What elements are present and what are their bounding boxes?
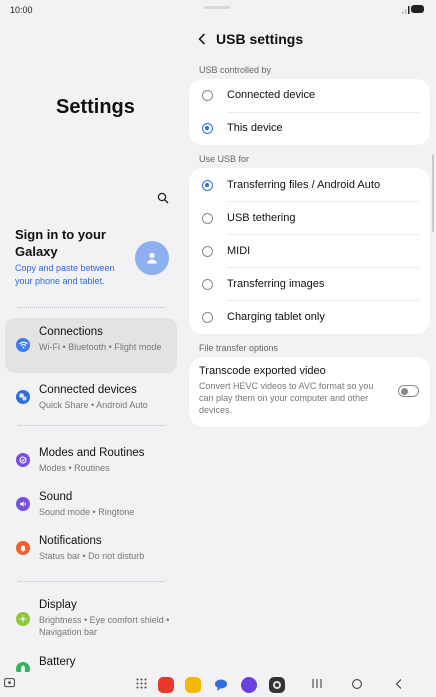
home-icon[interactable] — [351, 678, 363, 690]
status-bar: 10:00 — [0, 0, 436, 20]
scrollbar[interactable] — [432, 154, 434, 232]
page-title: USB settings — [216, 31, 304, 47]
sidebar-item-sub: Quick Share • Android Auto — [39, 400, 148, 410]
sidebar-item-label: Display — [39, 599, 77, 611]
option-connected-device[interactable]: Connected device — [189, 79, 430, 112]
option-transferring-files[interactable]: Transferring files / Android Auto — [189, 169, 430, 202]
section-label-use-usb-for: Use USB for — [199, 154, 250, 164]
drag-handle[interactable] — [204, 6, 230, 9]
status-time: 10:00 — [10, 5, 33, 15]
connected-devices-icon — [16, 390, 30, 404]
divider — [18, 307, 165, 308]
apps-grid-icon[interactable] — [136, 678, 147, 689]
divider — [18, 425, 165, 426]
sidebar-item-label: Connected devices — [39, 384, 137, 396]
sidebar-item-modes-routines[interactable]: Modes and Routines Modes • Routines — [5, 440, 177, 480]
battery-icon — [16, 662, 30, 672]
sidebar-item-sub: Modes • Routines — [39, 463, 110, 473]
person-icon — [147, 252, 157, 264]
divider — [18, 581, 165, 582]
option-label: Charging tablet only — [227, 311, 325, 323]
wifi-icon — [16, 338, 30, 352]
signin-subtitle[interactable]: Copy and paste between your phone and ta… — [15, 262, 133, 288]
usb-controlled-card: Connected device This device — [189, 79, 430, 145]
option-label: Transferring files / Android Auto — [227, 179, 381, 191]
section-label-file-transfer: File transfer options — [199, 343, 279, 353]
sidebar-item-sub: Wi-Fi • Bluetooth • Flight mode — [39, 342, 162, 352]
avatar[interactable] — [135, 241, 169, 275]
sidebar-item-notifications[interactable]: Notifications Status bar • Do not distur… — [5, 528, 177, 568]
sidebar-item-display[interactable]: Display Brightness • Eye comfort shield … — [5, 592, 177, 644]
radio-button-selected[interactable] — [202, 123, 213, 134]
sidebar-item-connections[interactable]: Connections Wi-Fi • Bluetooth • Flight m… — [5, 318, 177, 373]
option-this-device[interactable]: This device — [189, 112, 430, 145]
sidebar-item-label: Sound — [39, 491, 73, 503]
search-icon[interactable] — [157, 192, 169, 204]
display-icon — [16, 612, 30, 626]
sidebar-item-sub: Status bar • Do not disturb — [39, 551, 145, 561]
usb-settings-panel: USB settings USB controlled by Connected… — [189, 20, 431, 672]
radio-button-selected[interactable] — [202, 180, 213, 191]
sound-icon — [16, 497, 30, 511]
navigation-bar — [0, 672, 436, 697]
recent-apps-icon[interactable] — [311, 678, 323, 689]
sidebar-item-connected-devices[interactable]: Connected devices Quick Share • Android … — [5, 376, 177, 416]
sidebar-item-label: Notifications — [39, 535, 102, 547]
nav-back-icon[interactable] — [394, 678, 404, 690]
sidebar-item-battery[interactable]: Battery — [5, 648, 177, 672]
keyboard-icon[interactable] — [4, 678, 15, 689]
sidebar-item-sub: Sound mode • Ringtone — [39, 507, 135, 517]
settings-sidebar: Settings Sign in to your Galaxy Copy and… — [0, 20, 185, 672]
option-midi[interactable]: MIDI — [189, 235, 430, 268]
sidebar-item-label: Modes and Routines — [39, 447, 145, 459]
folder-app-icon[interactable] — [185, 677, 201, 693]
radio-button[interactable] — [202, 90, 213, 101]
option-usb-tethering[interactable]: USB tethering — [189, 202, 430, 235]
sidebar-item-sub: Brightness • Eye comfort shield • Naviga… — [39, 615, 170, 637]
transcode-description: Convert HEVC videos to AVC format so you… — [199, 381, 374, 415]
modes-icon — [16, 453, 30, 467]
app-icon-red[interactable] — [158, 677, 174, 693]
radio-button[interactable] — [202, 246, 213, 257]
radio-button[interactable] — [202, 312, 213, 323]
notifications-icon — [16, 541, 30, 555]
option-label: This device — [227, 122, 283, 134]
option-transferring-images[interactable]: Transferring images — [189, 268, 430, 301]
settings-title: Settings — [56, 96, 135, 118]
radio-button[interactable] — [202, 213, 213, 224]
battery-status-icon — [411, 5, 424, 13]
messages-app-icon[interactable] — [213, 677, 229, 693]
option-label: MIDI — [227, 245, 251, 257]
transcode-video-card[interactable]: Transcode exported video Convert HEVC vi… — [189, 357, 430, 427]
option-label: Transferring images — [227, 278, 325, 290]
section-label-usb-controlled: USB controlled by — [199, 65, 272, 75]
option-charging-only[interactable]: Charging tablet only — [189, 301, 430, 334]
signin-title[interactable]: Sign in to your Galaxy — [15, 226, 125, 260]
radio-button[interactable] — [202, 279, 213, 290]
use-usb-card: Transferring files / Android Auto USB te… — [189, 168, 430, 334]
sidebar-item-label: Battery — [39, 656, 76, 668]
transcode-toggle[interactable] — [398, 385, 419, 397]
sidebar-item-label: Connections — [39, 326, 103, 338]
option-label: USB tethering — [227, 212, 296, 224]
option-label: Connected device — [227, 89, 316, 101]
back-icon[interactable] — [197, 32, 207, 46]
transcode-title: Transcode exported video — [199, 365, 326, 377]
internet-app-icon[interactable] — [241, 677, 257, 693]
sidebar-item-sound[interactable]: Sound Sound mode • Ringtone — [5, 484, 177, 524]
camera-app-icon[interactable] — [269, 677, 285, 693]
signal-icon — [402, 6, 410, 14]
